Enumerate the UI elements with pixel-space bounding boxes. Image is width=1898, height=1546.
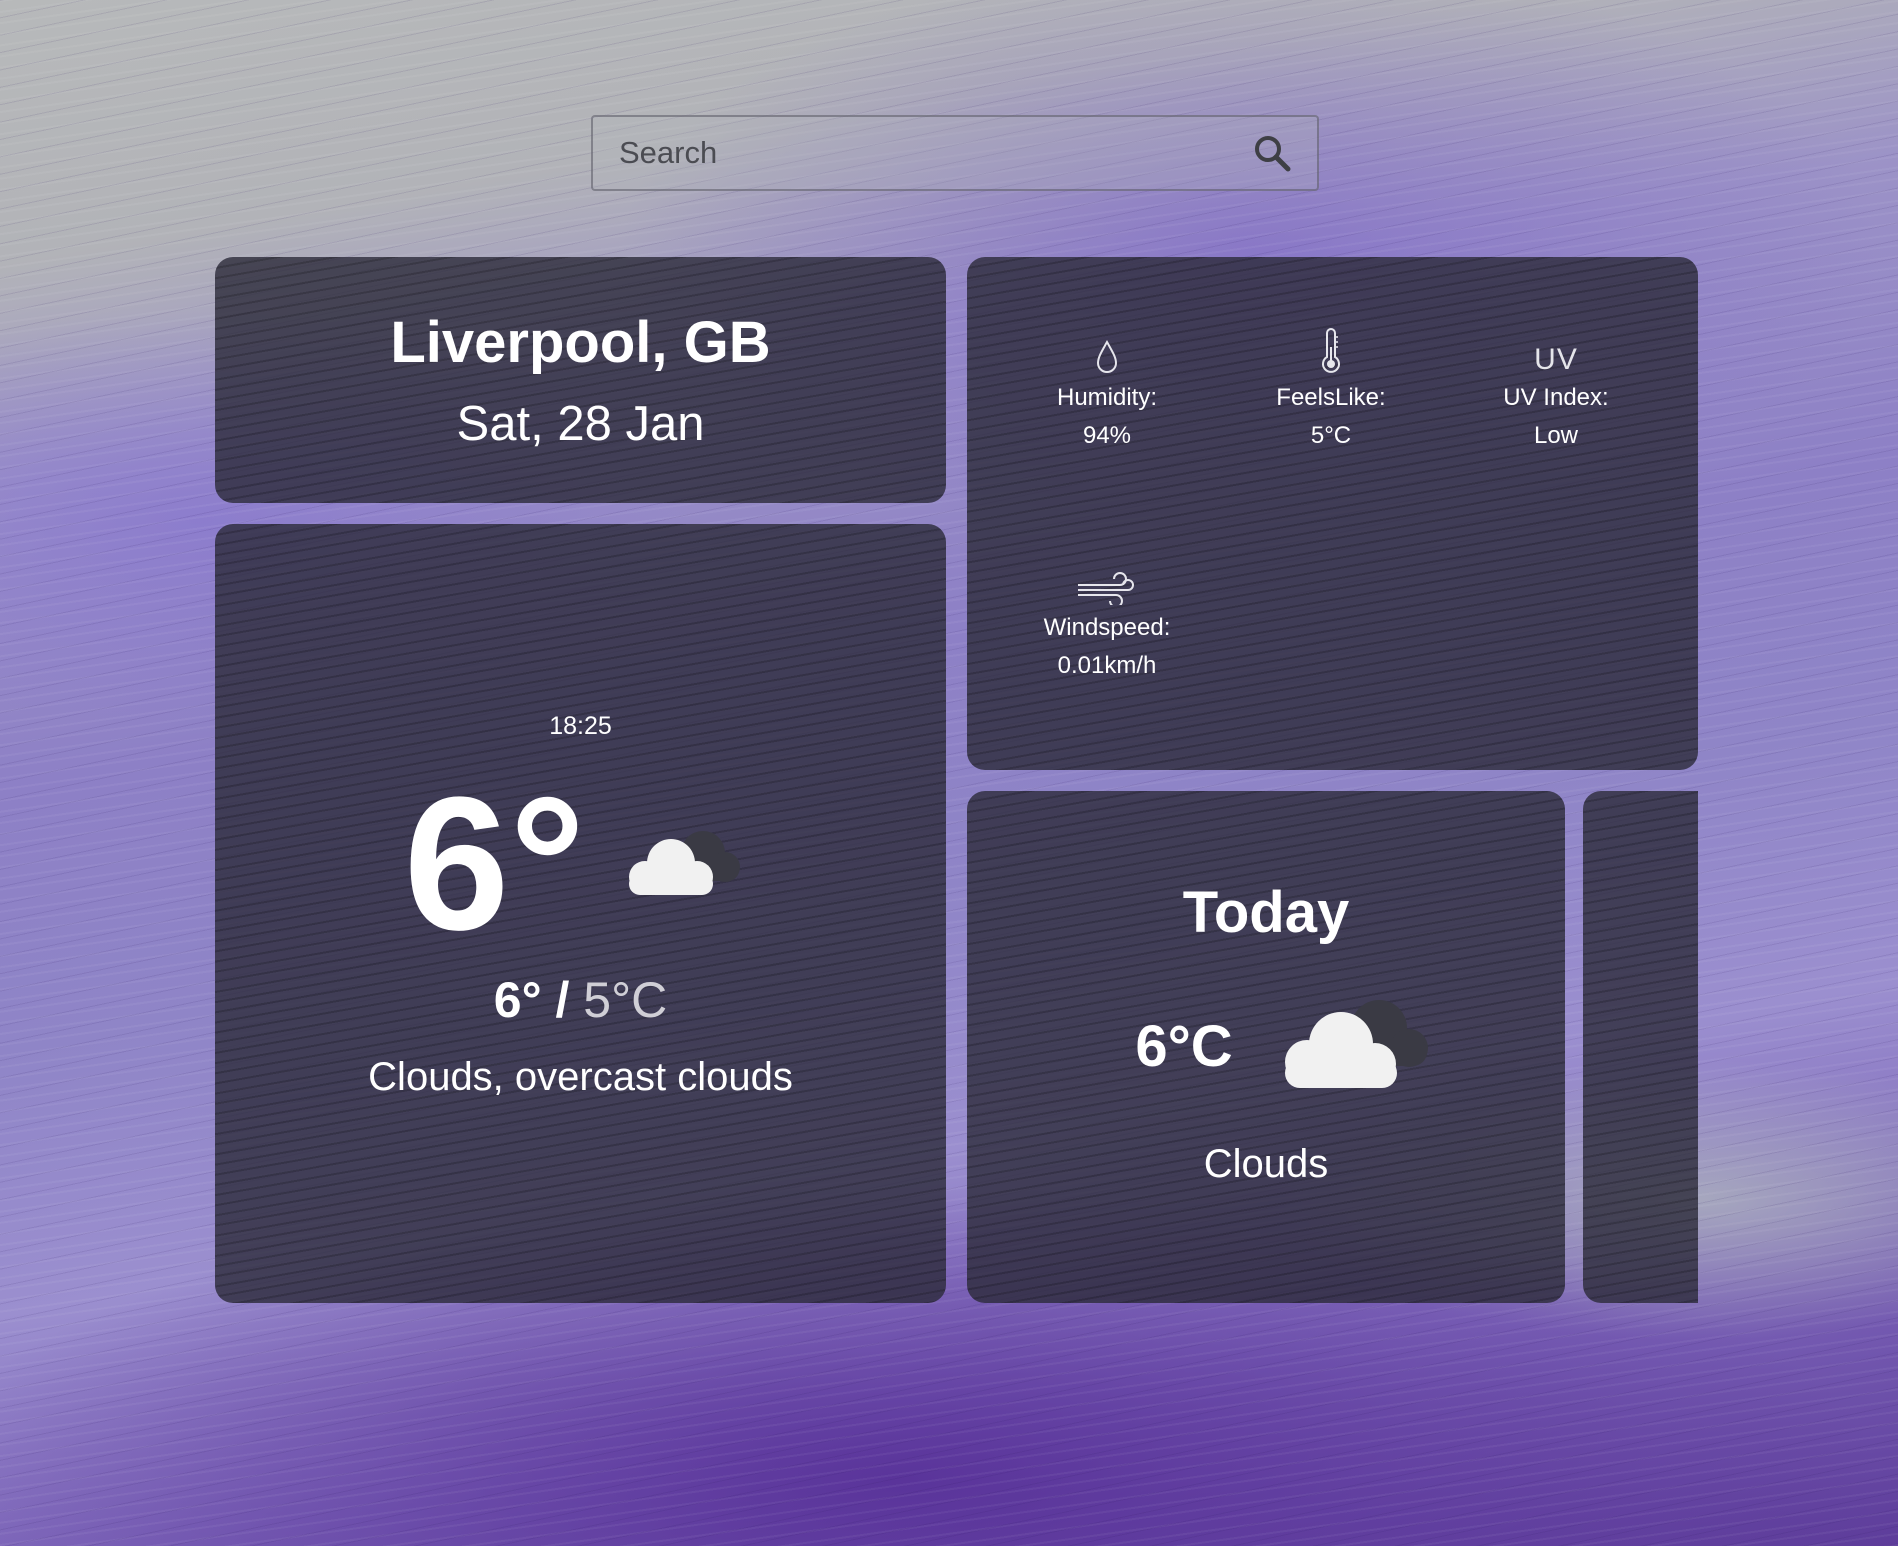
thermometer-icon xyxy=(1322,328,1340,373)
search-bar[interactable] xyxy=(591,115,1319,191)
windspeed-value: 0.01km/h xyxy=(1057,652,1157,679)
current-temp-row: 6° xyxy=(215,769,946,959)
humidity-value: 94% xyxy=(1082,422,1132,449)
current-date: Sat, 28 Jan xyxy=(456,397,705,451)
windspeed-label: Windspeed: xyxy=(1043,614,1171,641)
forecast-card-next xyxy=(1583,791,1698,1303)
forecast-card-today: Today 6°C Clouds xyxy=(967,791,1565,1303)
feels-like-detail: FeelsLike: 5°C xyxy=(1231,327,1431,455)
windspeed-detail: Windspeed: 0.01km/h xyxy=(1007,557,1207,685)
current-temperature: 6° xyxy=(403,758,586,970)
current-time: 18:25 xyxy=(549,712,612,740)
uv-icon: UV xyxy=(1534,343,1578,376)
location-card: Liverpool, GB Sat, 28 Jan xyxy=(215,257,946,503)
search-icon xyxy=(1255,136,1291,172)
high-temperature: 6° xyxy=(493,972,542,1028)
droplet-icon xyxy=(1096,339,1118,373)
weather-description: Clouds, overcast clouds xyxy=(368,1055,793,1099)
high-low-temperature: 6° / 5°C xyxy=(215,971,946,1029)
wind-icon xyxy=(1078,572,1134,605)
city-name: Liverpool, GB xyxy=(390,310,771,375)
cloud-overcast-icon xyxy=(629,831,741,895)
current-weather-card: 18:25 6° 6° / 5°C Clouds, overcast cloud… xyxy=(215,524,946,1303)
uv-index-label: UV Index: xyxy=(1503,384,1609,411)
forecast-temperature: 6°C xyxy=(1135,1013,1233,1079)
search-button[interactable] xyxy=(1227,117,1317,189)
search-input[interactable] xyxy=(593,116,1227,190)
humidity-label: Humidity: xyxy=(1056,384,1158,411)
uv-index-detail: UV UV Index: Low xyxy=(1456,327,1656,455)
humidity-detail: Humidity: 94% xyxy=(1007,327,1207,455)
low-temperature: 5°C xyxy=(583,972,668,1028)
forecast-description: Clouds xyxy=(1203,1142,1329,1186)
feels-like-label: FeelsLike: xyxy=(1276,384,1386,411)
forecast-temp-row: 6°C xyxy=(1007,986,1565,1106)
forecast-day: Today xyxy=(1182,880,1350,945)
high-low-separator: / xyxy=(541,972,584,1028)
feels-like-value: 5°C xyxy=(1310,422,1352,449)
details-card: Humidity: 94% FeelsLike: 5°C UV UV Index… xyxy=(967,257,1698,770)
cloud-overcast-icon xyxy=(1284,1000,1428,1088)
uv-index-value: Low xyxy=(1533,422,1579,449)
